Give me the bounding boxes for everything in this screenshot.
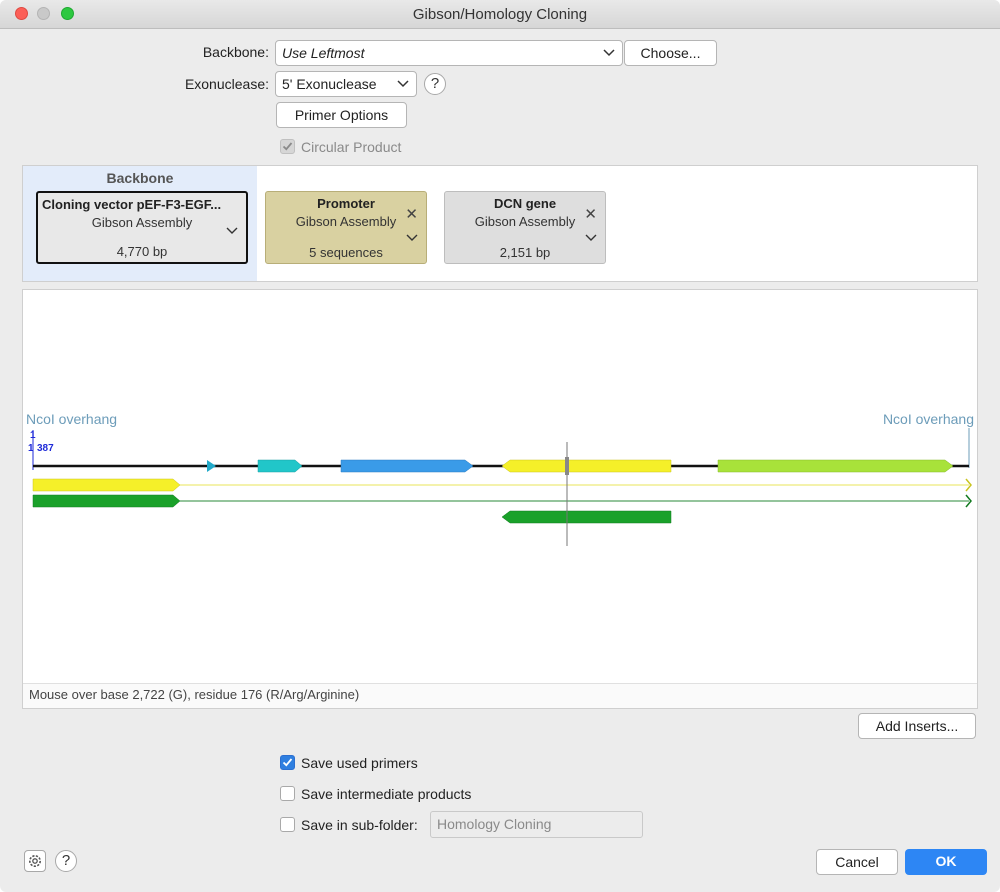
cancel-button[interactable]: Cancel bbox=[816, 849, 898, 875]
remove-icon[interactable]: ✕ bbox=[584, 205, 597, 223]
add-inserts-button[interactable]: Add Inserts... bbox=[858, 713, 976, 739]
feature-green-track[interactable] bbox=[32, 494, 181, 508]
backbone-card[interactable]: Cloning vector pEF-F3-EGF... Gibson Asse… bbox=[36, 191, 248, 264]
feature-cyan[interactable] bbox=[257, 459, 303, 473]
mouse-status-line: Mouse over base 2,722 (G), residue 176 (… bbox=[23, 683, 977, 708]
backbone-select-value: Use Leftmost bbox=[282, 45, 365, 61]
backbone-label: Backbone: bbox=[202, 44, 269, 60]
backbone-select[interactable]: Use Leftmost bbox=[275, 40, 623, 66]
circular-product-checkbox[interactable] bbox=[280, 139, 295, 154]
feature-green-reverse[interactable] bbox=[501, 510, 672, 524]
chevron-down-icon bbox=[397, 80, 409, 88]
chevron-down-icon[interactable] bbox=[226, 225, 238, 235]
card-title: DCN gene bbox=[493, 196, 557, 211]
dialog-content: Backbone: Use Leftmost Choose... Exonucl… bbox=[6, 29, 994, 887]
feature-yellow-track[interactable] bbox=[32, 478, 181, 492]
window-title: Gibson/Homology Cloning bbox=[412, 6, 588, 23]
exonuclease-select-value: 5' Exonuclease bbox=[282, 76, 377, 92]
card-subtitle: Gibson Assembly bbox=[295, 214, 397, 229]
checkmark-icon bbox=[282, 758, 293, 767]
remove-icon[interactable]: ✕ bbox=[405, 205, 418, 223]
card-footer: 2,151 bp bbox=[499, 245, 551, 260]
exonuclease-select[interactable]: 5' Exonuclease bbox=[275, 71, 417, 97]
card-footer: 4,770 bp bbox=[116, 244, 168, 259]
position-387-label: 387 bbox=[37, 443, 54, 454]
feature-lime[interactable] bbox=[717, 459, 954, 473]
subfolder-name-input[interactable]: Homology Cloning bbox=[430, 811, 643, 838]
dialog-window: Gibson/Homology Cloning Backbone: Use Le… bbox=[0, 0, 1000, 892]
choose-button[interactable]: Choose... bbox=[624, 40, 717, 66]
checkmark-icon bbox=[282, 142, 293, 151]
exonuclease-help-icon[interactable]: ? bbox=[424, 73, 446, 95]
cursor-handle[interactable] bbox=[565, 457, 569, 475]
chevron-down-icon[interactable] bbox=[406, 232, 418, 242]
circular-product-label: Circular Product bbox=[301, 139, 402, 155]
ok-button[interactable]: OK bbox=[905, 849, 987, 875]
sequence-map[interactable]: NcoI overhang NcoI overhang 1 1 387 bbox=[23, 290, 977, 684]
gear-icon bbox=[29, 855, 41, 867]
settings-button[interactable] bbox=[24, 850, 46, 872]
save-intermediate-label: Save intermediate products bbox=[301, 786, 472, 802]
help-icon[interactable]: ? bbox=[55, 850, 77, 872]
parts-panel: Backbone Cloning vector pEF-F3-EGF... Gi… bbox=[22, 165, 978, 282]
title-bar: Gibson/Homology Cloning bbox=[0, 0, 1000, 29]
save-subfolder-checkbox[interactable] bbox=[280, 817, 295, 832]
right-overhang-label: NcoI overhang bbox=[883, 411, 974, 427]
save-intermediate-checkbox[interactable] bbox=[280, 786, 295, 801]
backbone-header: Backbone bbox=[106, 170, 174, 186]
chevron-down-icon[interactable] bbox=[585, 232, 597, 242]
save-subfolder-label: Save in sub-folder: bbox=[301, 817, 418, 833]
promoter-card[interactable]: Promoter Gibson Assembly ✕ 5 sequences bbox=[265, 191, 427, 264]
card-footer: 5 sequences bbox=[309, 245, 383, 260]
exonuclease-label: Exonuclease: bbox=[184, 76, 269, 92]
card-subtitle: Gibson Assembly bbox=[474, 214, 576, 229]
feature-small-arrow[interactable] bbox=[207, 460, 216, 472]
save-primers-label: Save used primers bbox=[301, 755, 418, 771]
feature-yellow-reverse[interactable] bbox=[501, 459, 672, 473]
card-title: Promoter bbox=[317, 196, 375, 211]
dcn-gene-card[interactable]: DCN gene Gibson Assembly ✕ 2,151 bp bbox=[444, 191, 606, 264]
left-overhang-label: NcoI overhang bbox=[26, 411, 117, 427]
card-subtitle: Gibson Assembly bbox=[91, 215, 193, 230]
card-title: Cloning vector pEF-F3-EGF... bbox=[42, 197, 222, 212]
chevron-down-icon bbox=[603, 49, 615, 57]
sequence-map-panel[interactable]: NcoI overhang NcoI overhang 1 1 387 bbox=[22, 289, 978, 709]
save-primers-checkbox[interactable] bbox=[280, 755, 295, 770]
feature-blue[interactable] bbox=[340, 459, 474, 473]
primer-options-button[interactable]: Primer Options bbox=[276, 102, 407, 128]
